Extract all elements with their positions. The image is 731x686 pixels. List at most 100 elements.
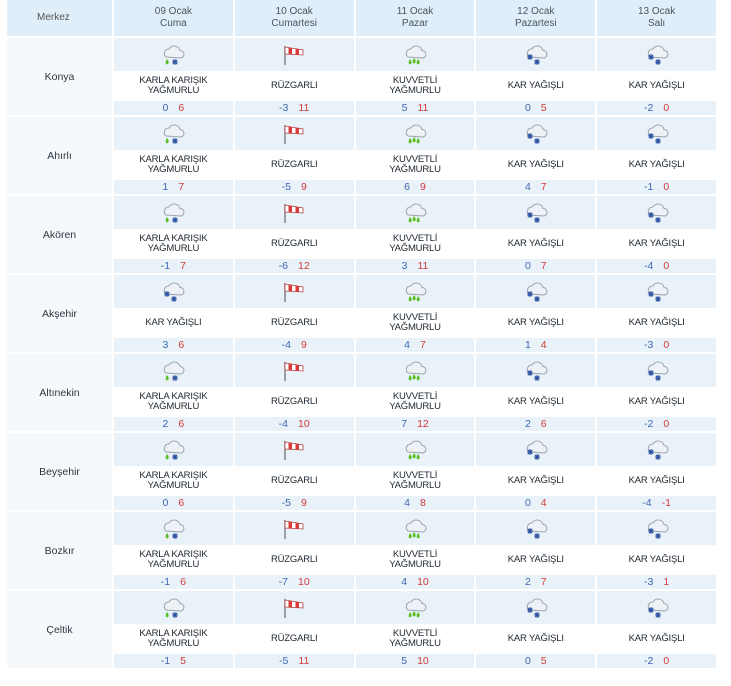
windsock-icon: [281, 359, 307, 383]
condition-cell: RÜZGARLI: [234, 308, 356, 338]
temperature-cell: 27: [476, 575, 598, 591]
condition-cell: KAR YAĞIŞLI: [597, 150, 718, 180]
weather-icon-cell: [476, 354, 598, 387]
sleet-icon: [160, 43, 186, 67]
day-weekday: Pazartesi: [514, 18, 557, 29]
weather-icon-cell: [234, 196, 356, 229]
condition-cell: KAR YAĞIŞLI: [597, 387, 718, 417]
max-temp: 9: [300, 339, 307, 351]
city-icon-row: Akören: [7, 196, 718, 275]
snow-icon: [644, 43, 670, 67]
weather-icon-cell: [476, 433, 598, 466]
day-weekday: Pazar: [401, 18, 429, 29]
city-name: Konya: [7, 38, 114, 117]
max-temp: 9: [419, 181, 426, 193]
weather-icon-cell: [355, 512, 477, 545]
day-header: 10 Ocak Cumartesi: [234, 0, 356, 38]
temperature-cell: -4 9: [234, 338, 356, 354]
condition-cell: KARLA KARIŞIK YAĞMURLU: [114, 545, 235, 575]
max-temp: 7: [540, 576, 547, 588]
max-temp: 11: [417, 260, 429, 272]
condition-cell: KAR YAĞIŞLI: [476, 466, 598, 496]
temperature-cell: -7 10: [234, 575, 356, 591]
condition-cell: KAR YAĞIŞLI: [114, 308, 235, 338]
condition-cell: KARLA KARIŞIK YAĞMURLU: [114, 229, 235, 259]
condition-cell: KAR YAĞIŞLI: [597, 229, 718, 259]
condition-label: KAR YAĞIŞLI: [628, 159, 685, 170]
heavy-rain-icon: [402, 122, 428, 146]
day-date: 12 Ocak: [517, 6, 555, 17]
city-label-row: KARLA KARIŞIK YAĞMURLU RÜZGARLI KUVVETLİ Y…: [7, 545, 718, 575]
city-name: Çeltik: [7, 591, 114, 670]
snow-icon: [523, 122, 549, 146]
day-header: 12 Ocak Pazartesi: [476, 0, 598, 38]
temperature-cell: -5 9: [234, 496, 356, 512]
max-temp: 10: [417, 576, 429, 588]
max-temp: 4: [540, 339, 547, 351]
min-temp: -4: [278, 418, 289, 430]
min-temp: 3: [401, 260, 408, 272]
city-label-row: KARLA KARIŞIK YAĞMURLU RÜZGARLI KUVVETLİ Y…: [7, 466, 718, 496]
condition-label: KAR YAĞIŞLI: [628, 554, 685, 565]
weather-icon-cell: [114, 354, 235, 387]
condition-cell: RÜZGARLI: [234, 387, 356, 417]
condition-label: KAR YAĞIŞLI: [145, 317, 202, 328]
snow-icon: [644, 438, 670, 462]
max-temp: 0: [663, 339, 670, 351]
forecast-page: Merkez 09 Ocak Cuma 10 Ocak Cumartesi 11 O…: [0, 0, 731, 686]
temperature-cell: -2 0: [597, 101, 718, 117]
max-temp: 12: [417, 418, 429, 430]
max-temp: 6: [178, 102, 185, 114]
temperature-cell: 04: [476, 496, 598, 512]
weather-icon-cell: [597, 196, 718, 229]
min-temp: -5: [281, 181, 291, 193]
condition-label: RÜZGARLI: [270, 238, 318, 249]
heavy-rain-icon: [402, 359, 428, 383]
condition-cell: KUVVETLİ YAĞMURLU: [355, 466, 477, 496]
windsock-icon: [281, 517, 307, 541]
max-temp: 9: [300, 497, 307, 509]
min-temp: 0: [162, 102, 169, 114]
header-row: Merkez 09 Ocak Cuma 10 Ocak Cumartesi 11 O…: [7, 0, 718, 38]
condition-cell: KAR YAĞIŞLI: [597, 466, 718, 496]
weather-icon-cell: [355, 354, 477, 387]
min-temp: -2: [644, 655, 654, 667]
temperature-cell: -2 0: [597, 654, 718, 670]
temperature-cell: -3 11: [234, 101, 356, 117]
weather-icon-cell: [114, 38, 235, 71]
temperature-cell: -3 1: [597, 575, 718, 591]
condition-cell: KAR YAĞIŞLI: [476, 150, 598, 180]
temperature-cell: 4 10: [355, 575, 477, 591]
day-weekday: Salı: [647, 18, 666, 29]
min-temp: 0: [524, 655, 531, 667]
condition-label: RÜZGARLI: [270, 475, 318, 486]
max-temp: 5: [180, 655, 186, 667]
condition-label: KAR YAĞIŞLI: [628, 238, 685, 249]
temperature-cell: 48: [355, 496, 477, 512]
day-weekday: Cuma: [160, 18, 187, 29]
weather-icon-cell: [114, 512, 235, 545]
day-header: 09 Ocak Cuma: [114, 0, 235, 38]
day-date: 13 Ocak: [637, 6, 676, 17]
heavy-rain-icon: [402, 517, 428, 541]
city-icon-row: Çeltik: [7, 591, 718, 670]
city-label-row: KARLA KARIŞIK YAĞMURLU RÜZGARLI KUVVETLİ Y…: [7, 387, 718, 417]
condition-cell: KAR YAĞIŞLI: [476, 229, 598, 259]
condition-label: KAR YAĞIŞLI: [507, 396, 564, 407]
city-icon-row: Bozkır: [7, 512, 718, 591]
min-temp: 6: [404, 181, 410, 193]
condition-cell: KAR YAĞIŞLI: [597, 71, 718, 101]
min-temp: -3: [644, 339, 654, 351]
snow-icon: [644, 280, 670, 304]
max-temp: 0: [663, 102, 670, 114]
temperature-cell: 7 12: [355, 417, 477, 433]
max-temp: 6: [178, 497, 185, 509]
weather-icon-cell: [597, 38, 718, 71]
condition-cell: KAR YAĞIŞLI: [476, 387, 598, 417]
weather-icon-cell: [234, 275, 356, 308]
condition-label: KAR YAĞIŞLI: [507, 238, 564, 249]
max-temp: 0: [663, 181, 670, 193]
min-temp: 1: [162, 181, 169, 193]
condition-label: KAR YAĞIŞLI: [507, 80, 564, 91]
max-temp: 7: [419, 339, 426, 351]
